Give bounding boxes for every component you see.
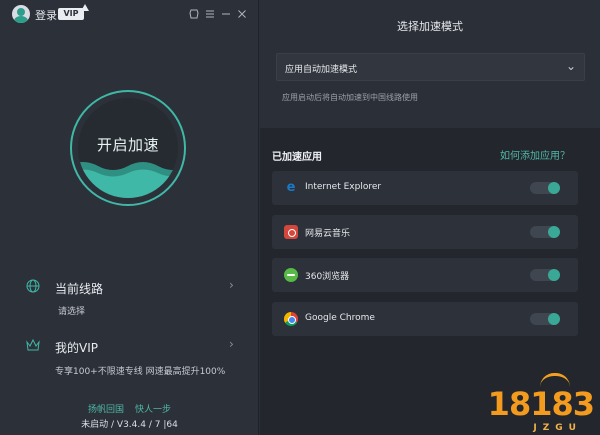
app-name: 网易云音乐 [305, 229, 351, 239]
app-toggle[interactable] [530, 269, 560, 281]
app-name: Internet Explorer [305, 182, 382, 192]
app-toggle[interactable] [530, 313, 560, 325]
mode-panel: 选择加速模式 应用自动加速模式 ⌄ 应用启动后将自动加速到中国线路使用 [260, 0, 600, 128]
chrome-icon [284, 312, 298, 326]
chevron-down-icon: ⌄ [565, 59, 576, 73]
menu-icon[interactable] [204, 8, 216, 20]
mode-select[interactable]: 应用自动加速模式 ⌄ [276, 53, 585, 81]
360-browser-icon [284, 268, 298, 282]
globe-icon [26, 279, 40, 293]
login-link[interactable]: 登录 [35, 7, 57, 23]
left-panel: 登录 VIP 开启加速 当前线路 请选择 › 我的VIP 专享100+不限速专线… [0, 0, 259, 435]
netease-music-icon [284, 225, 298, 239]
mode-title: 选择加速模式 [397, 20, 463, 33]
app-row-netease-music[interactable]: 网易云音乐 [272, 215, 578, 249]
app-row-360-browser[interactable]: 360浏览器 [272, 258, 578, 292]
how-to-add-app-link[interactable]: 如何添加应用？ [500, 147, 570, 162]
vip-chevron-right-icon[interactable]: › [229, 338, 239, 350]
titlebar: 登录 VIP [0, 0, 259, 30]
vip-badge[interactable]: VIP [58, 4, 89, 20]
mode-select-value: 应用自动加速模式 [285, 65, 358, 75]
app-row-internet-explorer[interactable]: e Internet Explorer [272, 171, 578, 205]
accelerate-label: 开启加速 [96, 136, 159, 154]
version-status: 未启动 / V3.4.4 / 7 |64 [81, 420, 178, 430]
app-name: Google Chrome [305, 313, 375, 323]
my-vip-description: 专享100+不限速专线 网速最高提升100% [55, 367, 226, 377]
footer-link[interactable]: 快人一步 [135, 405, 171, 415]
my-vip-title[interactable]: 我的VIP [55, 339, 98, 356]
route-chevron-right-icon[interactable]: › [229, 279, 239, 291]
current-route-value: 请选择 [58, 307, 86, 317]
accelerate-button[interactable]: 开启加速 [68, 88, 188, 208]
watermark-subtext: JZGU [533, 423, 582, 433]
crown-icon [26, 338, 40, 351]
ie-icon: e [286, 180, 296, 195]
app-name: 360浏览器 [305, 272, 350, 282]
avatar[interactable] [12, 5, 30, 23]
app-row-google-chrome[interactable]: Google Chrome [272, 302, 578, 336]
watermark-text: 18183 [487, 385, 595, 423]
mode-description: 应用启动后将自动加速到中国线路使用 [282, 93, 418, 102]
current-route-title[interactable]: 当前线路 [55, 280, 103, 297]
minimize-icon[interactable] [220, 8, 232, 20]
apps-header: 已加速应用 [272, 152, 322, 163]
footer-link[interactable]: 扬帆回国 [88, 405, 124, 415]
footer-links: 扬帆回国 快人一步 [0, 402, 259, 415]
watermark-logo: 18183 JZGU [482, 373, 595, 433]
skin-icon[interactable] [188, 8, 200, 20]
app-toggle[interactable] [530, 182, 560, 194]
close-icon[interactable] [236, 8, 248, 20]
app-toggle[interactable] [530, 226, 560, 238]
